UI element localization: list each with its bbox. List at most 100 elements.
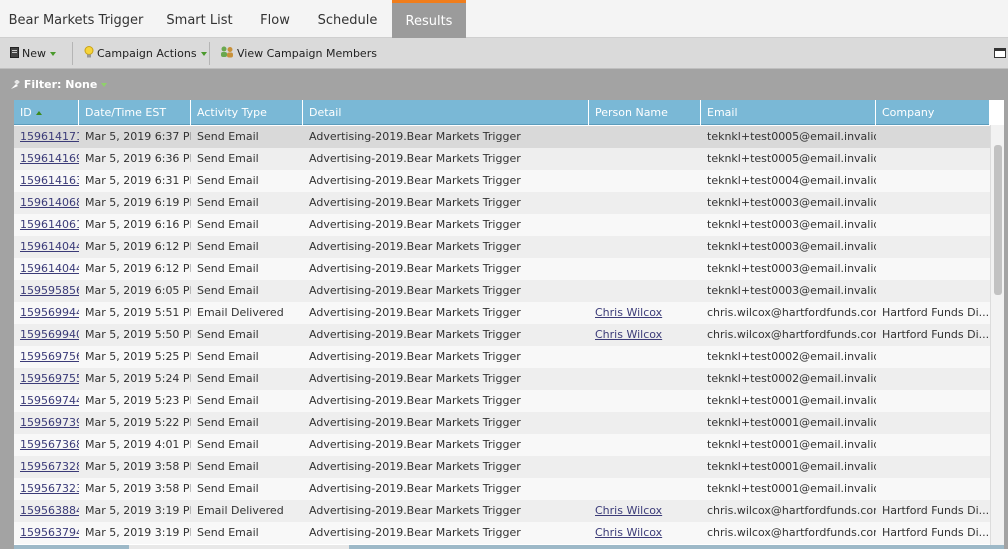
activity-id-link[interactable]: 1596141717 [20, 130, 79, 143]
column-header-email[interactable]: Email [701, 100, 876, 125]
table-row[interactable]: 1595958561 Mar 5, 2019 6:05 PM Send Email A… [14, 280, 990, 302]
column-header-id[interactable]: ID [14, 100, 79, 125]
activity-id-link[interactable]: 1595699448 [20, 306, 79, 319]
tab-flow[interactable]: Flow [247, 0, 303, 38]
cell-person-name[interactable]: Chris Wilcox [589, 500, 701, 522]
activity-id-link[interactable]: 1595697390 [20, 416, 79, 429]
table-row[interactable]: 1595637941 Mar 5, 2019 3:19 PM Send Email A… [14, 522, 990, 544]
table-row[interactable]: 1595699448 Mar 5, 2019 5:51 PM Email Deliv… [14, 302, 990, 324]
table-row[interactable]: 1595697390 Mar 5, 2019 5:22 PM Send Email A… [14, 412, 990, 434]
person-name-link[interactable]: Chris Wilcox [595, 526, 662, 539]
activity-id-link[interactable]: 1595697553 [20, 372, 79, 385]
table-row[interactable]: 1595673682 Mar 5, 2019 4:01 PM Send Email A… [14, 434, 990, 456]
tab-bar: Bear Markets Trigger Smart List Flow Sch… [0, 0, 1008, 38]
activity-id-link[interactable]: 1595673233 [20, 482, 79, 495]
cell-email: chris.wilcox@hartfordfunds.com [707, 504, 876, 517]
person-name-link[interactable]: Chris Wilcox [595, 306, 662, 319]
cell-id[interactable]: 1595699400 [14, 324, 79, 346]
cell-person-name[interactable]: Chris Wilcox [589, 324, 701, 346]
cell-id[interactable]: 1595697553 [14, 368, 79, 390]
cell-id[interactable]: 1595673233 [14, 478, 79, 500]
activity-id-link[interactable]: 1595673682 [20, 438, 79, 451]
cell-email: chris.wilcox@hartfordfunds.com [707, 328, 876, 341]
cell-id[interactable]: 1596140615 [14, 214, 79, 236]
campaign-actions-button[interactable]: Campaign Actions [84, 38, 207, 69]
tab-results[interactable]: Results [392, 0, 466, 38]
tab-smart-list[interactable]: Smart List [152, 0, 247, 38]
table-row[interactable]: 1595638845 Mar 5, 2019 3:19 PM Email Deliv… [14, 500, 990, 522]
activity-id-link[interactable]: 1595697561 [20, 350, 79, 363]
cell-activity-type: Send Email [197, 328, 259, 341]
column-header-activity-type[interactable]: Activity Type [191, 100, 303, 125]
cell-id[interactable]: 1595673287 [14, 456, 79, 478]
activity-id-link[interactable]: 1595697446 [20, 394, 79, 407]
cell-id[interactable]: 1596141635 [14, 170, 79, 192]
cell-id[interactable]: 1595637941 [14, 522, 79, 544]
cell-person-name [589, 434, 701, 456]
sort-ascending-icon [35, 111, 42, 115]
cell-id[interactable]: 1596140444 [14, 258, 79, 280]
view-campaign-members-label: View Campaign Members [237, 47, 377, 60]
table-row[interactable]: 1595697553 Mar 5, 2019 5:24 PM Send Email A… [14, 368, 990, 390]
activity-id-link[interactable]: 1596140444 [20, 262, 79, 275]
activity-id-link[interactable]: 1595699400 [20, 328, 79, 341]
cell-id[interactable]: 1596141717 [14, 126, 79, 148]
table-row[interactable]: 1596140681 Mar 5, 2019 6:19 PM Send Email A… [14, 192, 990, 214]
cell-id[interactable]: 1595673682 [14, 434, 79, 456]
tab-schedule[interactable]: Schedule [303, 0, 392, 38]
activity-id-link[interactable]: 1596140615 [20, 218, 79, 231]
table-row[interactable]: 1595697446 Mar 5, 2019 5:23 PM Send Email A… [14, 390, 990, 412]
table-row[interactable]: 1595673233 Mar 5, 2019 3:58 PM Send Email A… [14, 478, 990, 500]
column-header-detail[interactable]: Detail [303, 100, 589, 125]
cell-id[interactable]: 1595697390 [14, 412, 79, 434]
table-row[interactable]: 1596141717 Mar 5, 2019 6:37 PM Send Email A… [14, 126, 990, 148]
cell-datetime: Mar 5, 2019 3:58 PM [85, 460, 191, 473]
toolbar-divider [72, 42, 73, 65]
maximize-icon[interactable] [994, 48, 1006, 58]
scrollbar-thumb[interactable] [129, 545, 349, 549]
cell-id[interactable]: 1595958561 [14, 280, 79, 302]
column-header-datetime[interactable]: Date/Time EST [79, 100, 191, 125]
person-name-link[interactable]: Chris Wilcox [595, 328, 662, 341]
cell-id[interactable]: 1595699448 [14, 302, 79, 324]
activity-id-link[interactable]: 1596140681 [20, 196, 79, 209]
column-header-person-name[interactable]: Person Name [589, 100, 701, 125]
cell-id[interactable]: 1595638845 [14, 500, 79, 522]
cell-person-name [589, 258, 701, 280]
table-row[interactable]: 1595697561 Mar 5, 2019 5:25 PM Send Email A… [14, 346, 990, 368]
scrollbar-thumb[interactable] [994, 145, 1002, 295]
view-campaign-members-button[interactable]: View Campaign Members [220, 38, 377, 69]
new-button[interactable]: New [10, 38, 56, 69]
tab-bear-markets-trigger[interactable]: Bear Markets Trigger [0, 0, 152, 38]
activity-id-link[interactable]: 1595673287 [20, 460, 79, 473]
table-row[interactable]: 1596141635 Mar 5, 2019 6:31 PM Send Email A… [14, 170, 990, 192]
table-row[interactable]: 1596140615 Mar 5, 2019 6:16 PM Send Email A… [14, 214, 990, 236]
cell-id[interactable]: 1596140448 [14, 236, 79, 258]
cell-detail: Advertising-2019.Bear Markets Trigger [309, 416, 521, 429]
table-row[interactable]: 1596141690 Mar 5, 2019 6:36 PM Send Email A… [14, 148, 990, 170]
vertical-scrollbar[interactable] [990, 125, 1004, 549]
campaign-actions-label: Campaign Actions [97, 47, 197, 60]
horizontal-scrollbar[interactable] [14, 545, 1004, 549]
cell-id[interactable]: 1596141690 [14, 148, 79, 170]
cell-id[interactable]: 1595697561 [14, 346, 79, 368]
table-row[interactable]: 1595699400 Mar 5, 2019 5:50 PM Send Email A… [14, 324, 990, 346]
activity-id-link[interactable]: 1596140448 [20, 240, 79, 253]
table-row[interactable]: 1596140448 Mar 5, 2019 6:12 PM Send Email A… [14, 236, 990, 258]
cell-person-name [589, 126, 701, 148]
cell-id[interactable]: 1595697446 [14, 390, 79, 412]
activity-id-link[interactable]: 1596141690 [20, 152, 79, 165]
column-header-company[interactable]: Company [876, 100, 990, 125]
table-row[interactable]: 1595673287 Mar 5, 2019 3:58 PM Send Email A… [14, 456, 990, 478]
person-name-link[interactable]: Chris Wilcox [595, 504, 662, 517]
activity-id-link[interactable]: 1595958561 [20, 284, 79, 297]
activity-id-link[interactable]: 1595638845 [20, 504, 79, 517]
cell-id[interactable]: 1596140681 [14, 192, 79, 214]
activity-id-link[interactable]: 1595637941 [20, 526, 79, 539]
cell-person-name[interactable]: Chris Wilcox [589, 302, 701, 324]
cell-company [876, 214, 988, 236]
filter-dropdown[interactable]: Filter: None [10, 69, 108, 100]
table-row[interactable]: 1596140444 Mar 5, 2019 6:12 PM Send Email A… [14, 258, 990, 280]
cell-person-name[interactable]: Chris Wilcox [589, 522, 701, 544]
activity-id-link[interactable]: 1596141635 [20, 174, 79, 187]
